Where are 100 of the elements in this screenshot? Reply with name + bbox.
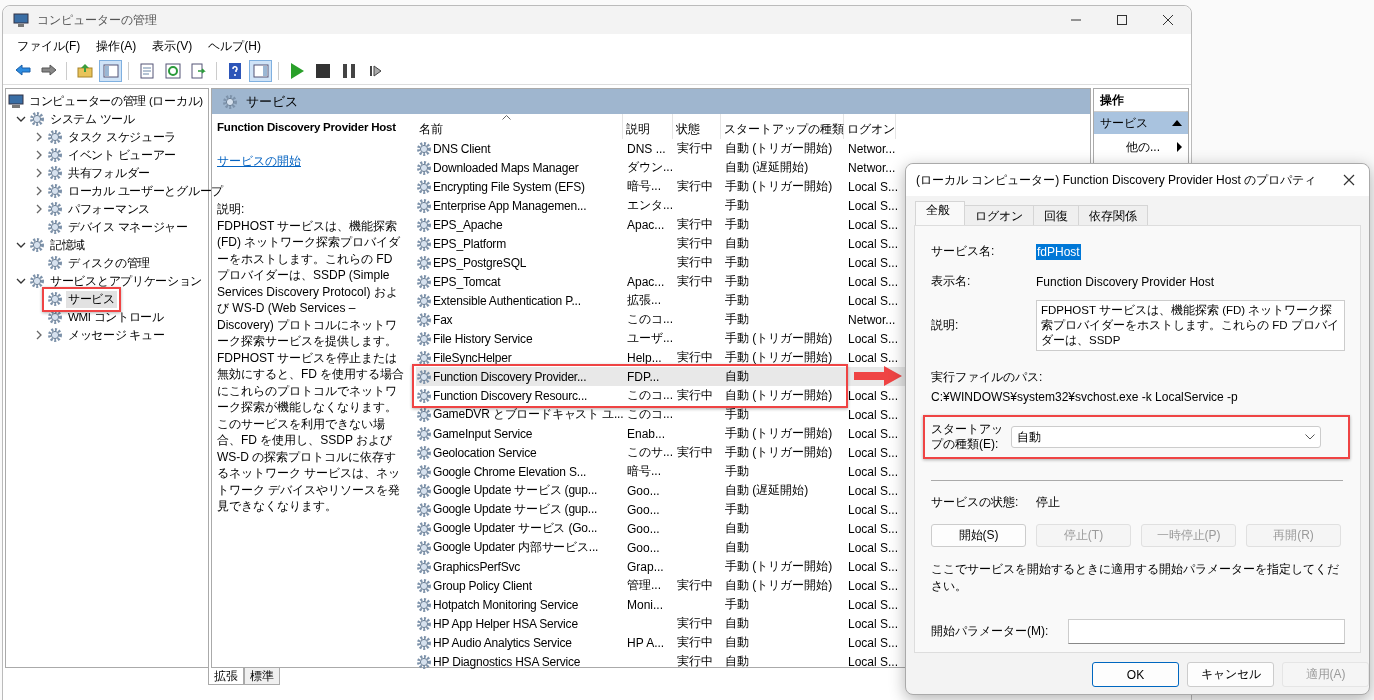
tree-item[interactable]: ローカル ユーザーとグループ (66, 182, 225, 200)
table-row[interactable]: Hotpatch Monitoring Service Moni... 手動 Local S... (416, 595, 1090, 614)
startup-dropdown[interactable]: 自動 (1011, 426, 1321, 448)
dialog-button[interactable]: OK (1092, 662, 1179, 687)
menu-item[interactable]: ファイル(F) (9, 35, 89, 57)
tree-item[interactable]: サービス (66, 290, 117, 308)
gear-icon (416, 615, 432, 632)
tree-item[interactable]: パフォーマンス (66, 200, 152, 218)
table-cell-text: Goo... (626, 502, 661, 517)
tree-item[interactable]: デバイス マネージャー (66, 218, 190, 236)
table-cell-text: 手動 (トリガー開始) (724, 558, 834, 575)
table-cell-text: FDP... (626, 369, 661, 384)
gear-icon (416, 311, 432, 328)
table-cell-text: Local S... (847, 521, 896, 536)
properties-icon (137, 62, 156, 80)
annotation-arrow (853, 365, 903, 387)
table-cell: Encrypting File System (EFS) (433, 179, 585, 194)
tree-item[interactable]: システム ツール (48, 110, 137, 128)
tree-pane-button[interactable] (99, 60, 122, 82)
gear-icon (47, 291, 63, 307)
table-cell-text: Local S... (847, 616, 896, 631)
table-cell-text: 実行中 (676, 349, 714, 366)
table-cell-text: 自動 (724, 634, 750, 651)
menu-item[interactable]: ヘルプ(H) (200, 35, 269, 57)
table-cell-text: 手動 (トリガー開始) (724, 330, 834, 347)
view-tab[interactable]: 拡張 (208, 668, 244, 685)
table-cell-text: 手動 (724, 197, 750, 214)
table-cell: HP App Helper HSA Service (433, 616, 578, 631)
gear-icon (29, 111, 45, 127)
computer-icon (8, 93, 24, 109)
tab[interactable]: ログオン (964, 205, 1034, 225)
table-row[interactable]: Google Chrome Elevation S... 暗号... 手動 Local S... (416, 462, 1090, 481)
table-cell: Google Update サービス (gup... (433, 501, 598, 518)
dialog-button[interactable]: キャンセル (1187, 662, 1274, 687)
field-label: サービスの状態: (931, 494, 1020, 511)
table-row[interactable]: FileSyncHelper Help... 実行中 手動 (トリガー開始) Local S... (416, 348, 1090, 367)
tab[interactable]: 依存関係 (1078, 205, 1148, 225)
table-cell-text: Apac... (626, 217, 666, 232)
input-field[interactable] (1068, 619, 1345, 644)
table-cell-text: 手動 (トリガー開始) (724, 178, 834, 195)
tree-item[interactable]: サービスとアプリケーション (48, 272, 205, 290)
gear-icon (47, 219, 63, 235)
gear-icon (416, 273, 432, 290)
table-cell-text: Apac... (626, 274, 666, 289)
table-cell-text: Networ... (847, 312, 896, 327)
table-row[interactable]: GameDVR とブロードキャスト ユ... このコ... 手動 Local S... (416, 405, 1090, 424)
tree-item[interactable]: イベント ビューアー (66, 146, 179, 164)
column-header[interactable]: 状態 (673, 114, 721, 139)
tree-item[interactable]: タスク スケジューラ (66, 128, 179, 146)
table-cell-text: Goo... (626, 483, 661, 498)
action-item[interactable]: 他の... (1094, 134, 1188, 160)
section-title: サービス (1100, 114, 1148, 132)
gear-icon (416, 577, 432, 594)
description-label: 説明: (217, 201, 246, 218)
tab[interactable]: 回復 (1033, 205, 1079, 225)
column-header[interactable]: 説明 (623, 114, 673, 139)
gear-icon (416, 254, 432, 271)
tree-item[interactable]: WMI コントロール (66, 308, 166, 326)
table-cell: EPS_Platform (433, 236, 506, 251)
selected-text: fdPHost (1036, 243, 1081, 260)
actions-section[interactable]: サービス (1094, 112, 1188, 134)
gear-icon (416, 197, 432, 214)
table-cell-text: Local S... (847, 464, 896, 479)
table-cell-text: 自動 (724, 235, 750, 252)
gear-icon (47, 255, 63, 271)
table-cell-text: Networ... (847, 160, 896, 175)
tree-item[interactable]: コンピューターの管理 (ローカル) (27, 92, 205, 110)
tree-item[interactable]: 共有フォルダー (66, 164, 152, 182)
field-label: 実行ファイルのパス: (931, 369, 1044, 386)
column-header[interactable]: スタートアップの種類 (721, 114, 844, 139)
gear-icon (416, 140, 432, 157)
gear-icon (29, 273, 45, 289)
field-label: 表示名: (931, 273, 972, 290)
tree-item[interactable]: ディスクの管理 (66, 254, 152, 272)
table-cell-text: 手動 (724, 596, 750, 613)
table-cell-text: Local S... (847, 559, 896, 574)
close-icon (1162, 15, 1174, 25)
table-cell-text: Local S... (847, 255, 896, 270)
table-cell-text: 自動 (724, 520, 750, 537)
view-tab[interactable]: 標準 (244, 668, 280, 685)
table-row[interactable]: HP Diagnostics HSA Service 実行中 自動 Local S... (416, 652, 1090, 671)
column-header[interactable]: 名前 (416, 114, 623, 139)
gear-icon (416, 368, 432, 385)
table-cell-text: このコ... (626, 311, 673, 328)
service-control-button[interactable]: 開始(S) (931, 524, 1026, 547)
tree-item[interactable]: 記憶域 (48, 236, 88, 254)
table-cell-text: ダウン... (626, 159, 673, 176)
table-cell-text: 実行中 (676, 444, 714, 461)
table-cell-text: 管理... (626, 577, 662, 594)
start-service-link[interactable]: サービスの開始 (217, 153, 301, 170)
menu-item[interactable]: 表示(V) (144, 35, 201, 57)
table-cell-text: 実行中 (676, 140, 714, 157)
table-cell-text: 実行中 (676, 615, 714, 632)
table-row[interactable]: DNS Client DNS ... 実行中 自動 (トリガー開始) Networ... (416, 139, 1090, 158)
tree-item[interactable]: メッセージ キュー (66, 326, 167, 344)
table-cell: EPS_Apache (433, 217, 503, 232)
pane-title: サービス (246, 92, 298, 111)
tab[interactable]: 全般 (915, 201, 965, 225)
column-header[interactable]: ログオン (844, 114, 896, 139)
menu-item[interactable]: 操作(A) (88, 35, 145, 57)
